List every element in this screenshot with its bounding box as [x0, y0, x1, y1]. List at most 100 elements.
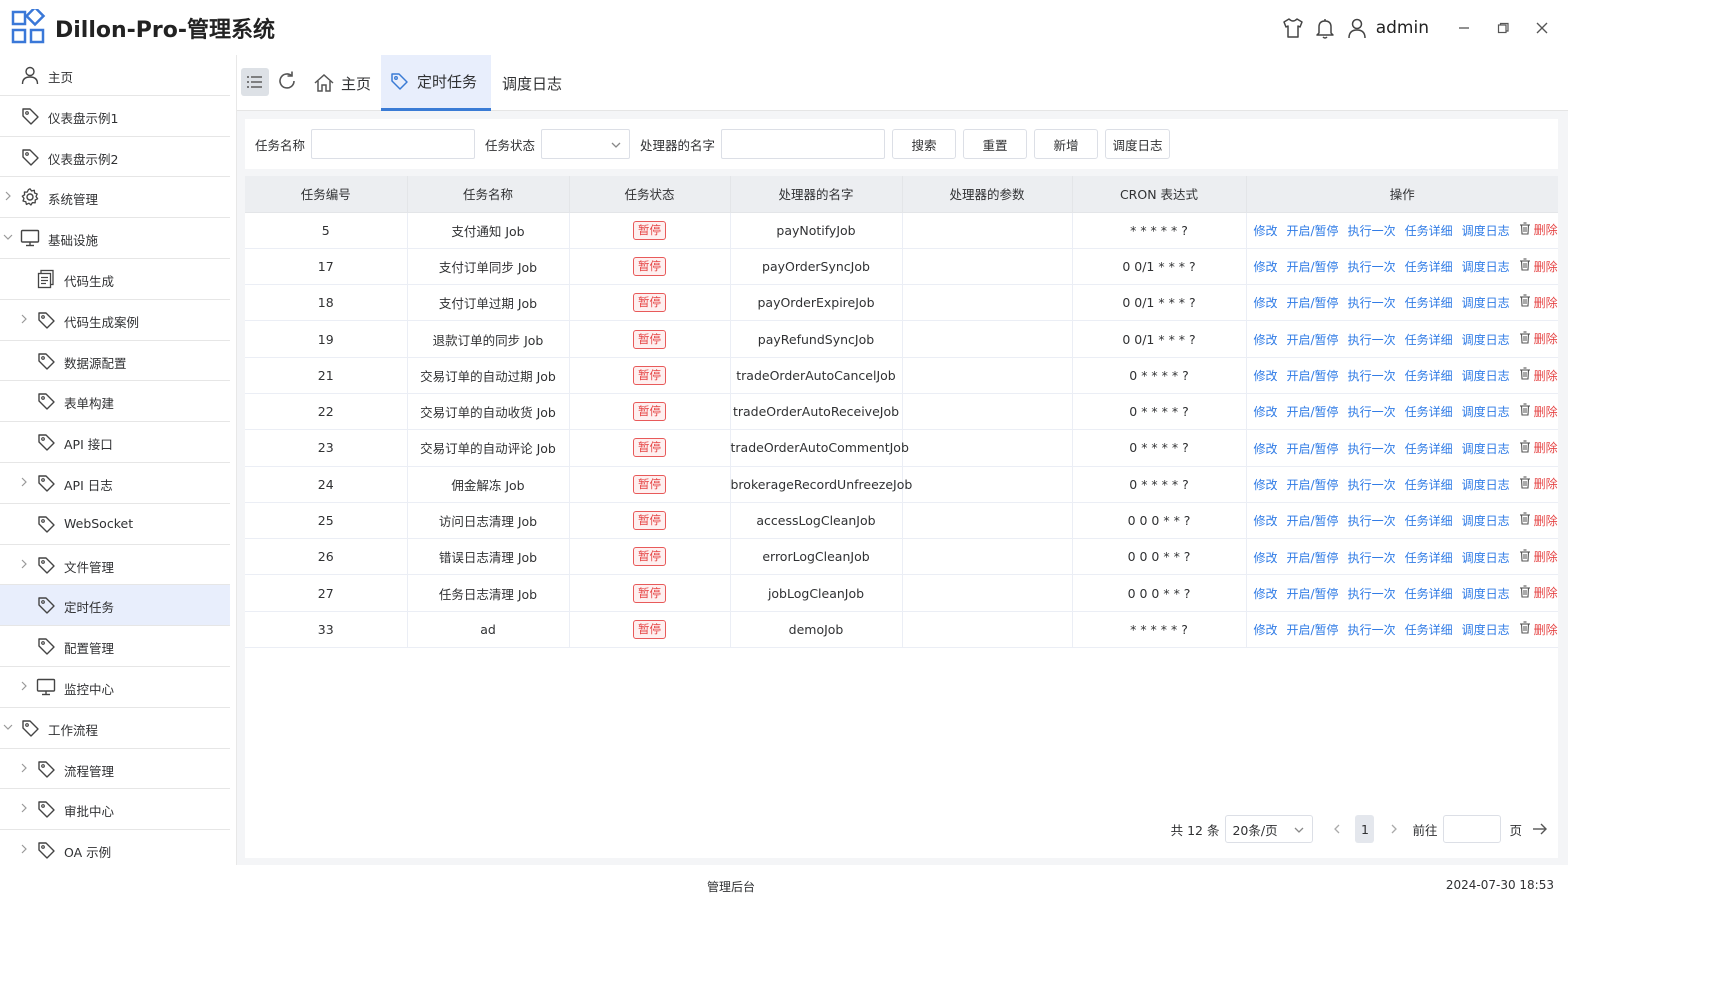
delete-link[interactable]: 删除: [1519, 221, 1558, 238]
chevron-right-icon[interactable]: [19, 844, 29, 854]
edit-link[interactable]: 修改: [1254, 551, 1278, 565]
edit-link[interactable]: 修改: [1254, 514, 1278, 528]
sidebar-item[interactable]: 代码生成案例: [0, 300, 230, 341]
minimize-icon[interactable]: [1451, 15, 1477, 41]
next-page-icon[interactable]: [1384, 819, 1404, 839]
sidebar-item[interactable]: 仪表盘示例2: [0, 137, 230, 178]
chevron-right-icon[interactable]: [19, 763, 29, 773]
handler-name-input[interactable]: [721, 129, 886, 159]
goto-page-input[interactable]: [1443, 815, 1502, 843]
schedule-log-link[interactable]: 调度日志: [1462, 405, 1510, 419]
goto-arrow-icon[interactable]: [1530, 819, 1550, 839]
delete-link[interactable]: 删除: [1519, 330, 1558, 347]
delete-link[interactable]: 删除: [1519, 512, 1558, 529]
chevron-right-icon[interactable]: [19, 681, 29, 691]
chevron-right-icon[interactable]: [19, 314, 29, 324]
run-once-link[interactable]: 执行一次: [1348, 478, 1396, 492]
schedule-log-link[interactable]: 调度日志: [1462, 260, 1510, 274]
task-name-input[interactable]: [311, 129, 476, 159]
run-once-link[interactable]: 执行一次: [1348, 514, 1396, 528]
toggle-status-link[interactable]: 开启/暂停: [1287, 514, 1339, 528]
chevron-right-icon[interactable]: [3, 191, 13, 201]
task-detail-link[interactable]: 任务详细: [1405, 224, 1453, 238]
task-detail-link[interactable]: 任务详细: [1405, 623, 1453, 637]
add-button[interactable]: 新增: [1034, 129, 1099, 159]
restore-icon[interactable]: [1490, 15, 1516, 41]
edit-link[interactable]: 修改: [1254, 224, 1278, 238]
task-detail-link[interactable]: 任务详细: [1405, 296, 1453, 310]
sidebar-item[interactable]: API 接口: [0, 422, 230, 463]
sidebar-item[interactable]: 代码生成: [0, 259, 230, 300]
tab-schedule-log[interactable]: 调度日志: [502, 55, 562, 111]
delete-link[interactable]: 删除: [1519, 367, 1558, 384]
user-avatar-icon[interactable]: [1344, 15, 1370, 41]
schedule-log-link[interactable]: 调度日志: [1462, 514, 1510, 528]
chevron-right-icon[interactable]: [19, 559, 29, 569]
chevron-right-icon[interactable]: [19, 477, 29, 487]
toggle-status-link[interactable]: 开启/暂停: [1287, 623, 1339, 637]
schedule-log-link[interactable]: 调度日志: [1462, 551, 1510, 565]
edit-link[interactable]: 修改: [1254, 296, 1278, 310]
toggle-status-link[interactable]: 开启/暂停: [1287, 478, 1339, 492]
task-detail-link[interactable]: 任务详细: [1405, 405, 1453, 419]
page-size-select[interactable]: 20条/页: [1225, 815, 1314, 843]
page-number-current[interactable]: 1: [1355, 815, 1375, 843]
task-detail-link[interactable]: 任务详细: [1405, 514, 1453, 528]
sidebar-item[interactable]: 系统管理: [0, 177, 230, 219]
edit-link[interactable]: 修改: [1254, 333, 1278, 347]
tab-home[interactable]: 主页: [313, 55, 371, 111]
task-detail-link[interactable]: 任务详细: [1405, 587, 1453, 601]
chevron-right-icon[interactable]: [19, 803, 29, 813]
schedule-log-link[interactable]: 调度日志: [1462, 623, 1510, 637]
edit-link[interactable]: 修改: [1254, 478, 1278, 492]
chevron-down-icon[interactable]: [3, 232, 13, 242]
schedule-log-link[interactable]: 调度日志: [1462, 442, 1510, 456]
sidebar-item[interactable]: 主页: [0, 55, 230, 96]
toggle-status-link[interactable]: 开启/暂停: [1287, 296, 1339, 310]
sidebar-item[interactable]: 审批中心: [0, 789, 230, 831]
schedule-log-link[interactable]: 调度日志: [1462, 369, 1510, 383]
sidebar-item[interactable]: 数据源配置: [0, 341, 230, 382]
task-detail-link[interactable]: 任务详细: [1405, 333, 1453, 347]
edit-link[interactable]: 修改: [1254, 442, 1278, 456]
delete-link[interactable]: 删除: [1519, 548, 1558, 565]
delete-link[interactable]: 删除: [1519, 439, 1558, 456]
search-button[interactable]: 搜索: [892, 129, 957, 159]
toggle-status-link[interactable]: 开启/暂停: [1287, 551, 1339, 565]
chevron-down-icon[interactable]: [3, 722, 13, 732]
menu-toggle-icon[interactable]: [241, 68, 269, 96]
schedule-log-link[interactable]: 调度日志: [1462, 587, 1510, 601]
edit-link[interactable]: 修改: [1254, 623, 1278, 637]
task-status-select[interactable]: [541, 129, 631, 159]
toggle-status-link[interactable]: 开启/暂停: [1287, 587, 1339, 601]
sidebar-item[interactable]: 定时任务: [0, 585, 230, 627]
toggle-status-link[interactable]: 开启/暂停: [1287, 224, 1339, 238]
username[interactable]: admin: [1376, 18, 1429, 38]
sidebar-item[interactable]: 仪表盘示例1: [0, 96, 230, 137]
toggle-status-link[interactable]: 开启/暂停: [1287, 260, 1339, 274]
task-detail-link[interactable]: 任务详细: [1405, 369, 1453, 383]
sidebar-item[interactable]: 配置管理: [0, 626, 230, 667]
delete-link[interactable]: 删除: [1519, 584, 1558, 601]
sidebar-item[interactable]: 监控中心: [0, 667, 230, 708]
sidebar-item[interactable]: OA 示例: [0, 830, 230, 865]
sidebar-item[interactable]: 流程管理: [0, 749, 230, 790]
sidebar-item[interactable]: 文件管理: [0, 545, 230, 586]
schedule-log-link[interactable]: 调度日志: [1462, 296, 1510, 310]
edit-link[interactable]: 修改: [1254, 369, 1278, 383]
edit-link[interactable]: 修改: [1254, 587, 1278, 601]
run-once-link[interactable]: 执行一次: [1348, 333, 1396, 347]
tab-scheduled-task[interactable]: 定时任务: [381, 55, 491, 111]
delete-link[interactable]: 删除: [1519, 294, 1558, 311]
toggle-status-link[interactable]: 开启/暂停: [1287, 442, 1339, 456]
edit-link[interactable]: 修改: [1254, 405, 1278, 419]
run-once-link[interactable]: 执行一次: [1348, 442, 1396, 456]
task-detail-link[interactable]: 任务详细: [1405, 551, 1453, 565]
run-once-link[interactable]: 执行一次: [1348, 369, 1396, 383]
run-once-link[interactable]: 执行一次: [1348, 623, 1396, 637]
shirt-icon[interactable]: [1280, 15, 1306, 41]
run-once-link[interactable]: 执行一次: [1348, 405, 1396, 419]
delete-link[interactable]: 删除: [1519, 403, 1558, 420]
sidebar-item[interactable]: API 日志: [0, 463, 230, 504]
sidebar-item[interactable]: 表单构建: [0, 381, 230, 423]
